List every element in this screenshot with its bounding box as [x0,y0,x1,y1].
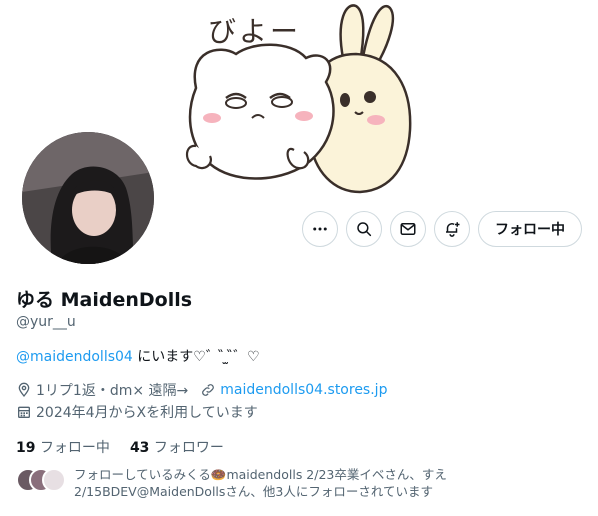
link-icon [202,384,215,396]
following-button[interactable]: フォロー中 [478,211,582,247]
follow-counts: 19 フォロー中 43 フォロワー [16,437,224,457]
following-count-link[interactable]: 19 フォロー中 [16,437,110,457]
location-text: 1リプ1返・dm× 遠隔→ [36,383,189,399]
more-icon [313,227,327,231]
mini-avatar [42,468,66,492]
profile-avatar[interactable] [18,128,158,268]
joined-text: 2024年4月からXを利用しています [36,405,258,421]
location-icon [18,382,30,398]
profile-actions: フォロー中 [302,211,582,247]
profile-meta-row: 1リプ1返・dm× 遠隔→ maidendolls04.stores.jp [16,380,387,400]
search-icon [357,222,372,237]
banner-text: びよー [208,15,302,48]
followers-label: フォロワー [153,440,224,456]
followers-count-link[interactable]: 43 フォロワー [130,437,224,457]
joined-row: 2024年4月からXを利用しています [16,402,258,422]
followers-count: 43 [129,440,150,456]
search-button[interactable] [346,211,382,247]
following-label: フォロー中 [39,440,110,456]
message-button[interactable] [390,211,426,247]
bear-illustration [185,43,335,180]
calendar-icon [18,406,30,418]
following-count: 19 [16,440,36,456]
followed-by-row[interactable]: フォローしているみくる🍩maidendolls 2/23卒業イベさん、すえ 2/… [16,466,574,500]
followed-by-text-line2: 2/15BDEV@MaidenDollsさん、他3人にフォローされています [74,484,433,499]
followed-by-avatars [16,466,68,494]
display-name: ゆる MaidenDolls [16,289,193,311]
bio-text: にいます♡゛ ̏ ̫ ̏゛♡ [132,349,260,365]
followed-by-text-line1: フォローしているみくる🍩maidendolls 2/23卒業イベさん、すえ [74,467,447,482]
bell-plus-icon [446,222,460,237]
profile-bio: @maidendolls04 にいます♡゛ ̏ ̫ ̏゛♡ [16,346,260,366]
bio-mention-link[interactable]: @maidendolls04 [16,349,133,365]
mail-icon [400,223,416,235]
notify-button[interactable] [434,211,470,247]
user-handle: @yur__u [16,314,76,330]
website-link[interactable]: maidendolls04.stores.jp [220,382,387,398]
avatar-photo [22,132,154,264]
more-button[interactable] [302,211,338,247]
